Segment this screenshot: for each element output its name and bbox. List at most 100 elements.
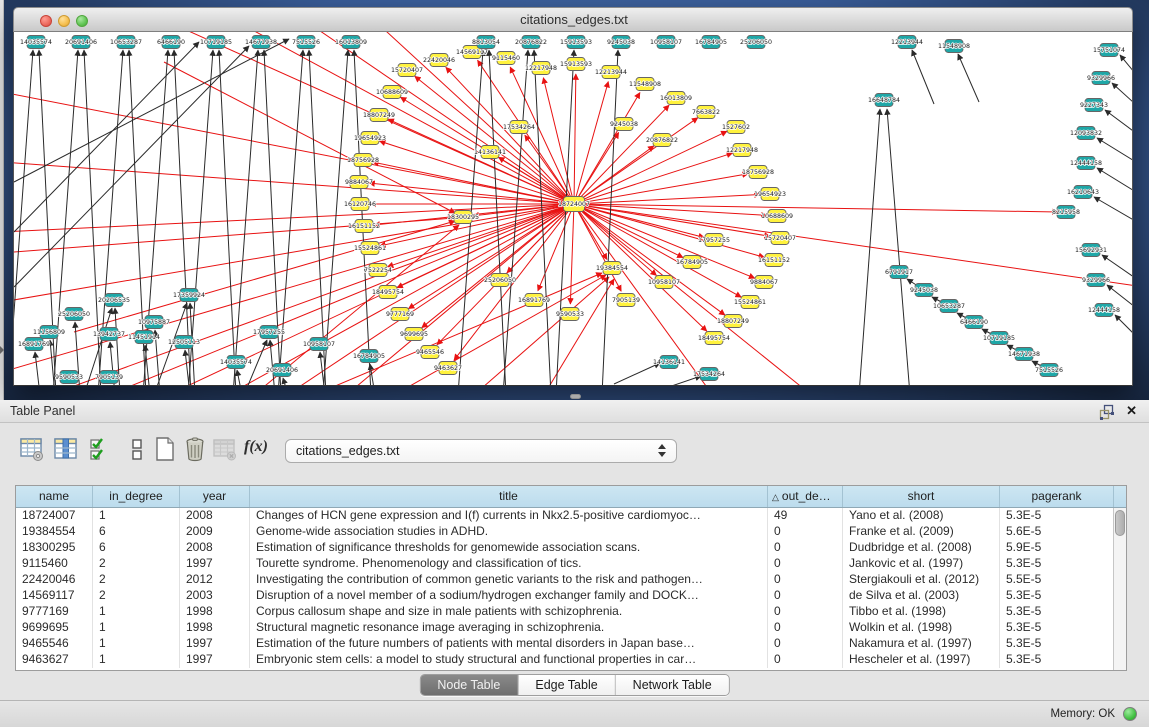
table-cell[interactable]: 2 [93,556,180,572]
graph-node[interactable]: 17957255 [253,326,285,339]
graph-node[interactable]: 6791917 [885,266,913,279]
table-cell[interactable]: 49 [768,508,843,524]
table-row[interactable]: 1938455462009Genome-wide association stu… [16,524,1114,540]
graph-node[interactable]: 9329966 [1087,72,1115,85]
graph-node[interactable]: 7663822 [692,106,720,119]
graph-node[interactable]: 11156809 [33,326,65,339]
table-cell[interactable]: 9465546 [16,636,93,652]
table-cell[interactable]: Franke et al. (2009) [843,524,1000,540]
graph-node[interactable]: 12213944 [595,66,627,79]
table-cell[interactable]: 19384554 [16,524,93,540]
graph-node[interactable]: 9115460 [492,52,520,65]
table-cell[interactable]: 5.3E-5 [1000,588,1114,604]
scrollbar-thumb[interactable] [1115,510,1125,536]
table-cell[interactable]: 2012 [180,572,250,588]
graph-node[interactable]: 20691406 [266,364,298,377]
graph-node[interactable]: 16151152 [348,220,380,233]
table-cell[interactable]: 22420046 [16,572,93,588]
graph-node[interactable]: 20691406 [65,36,97,49]
table-cell[interactable]: Wolkin et al. (1998) [843,620,1000,636]
graph-node[interactable]: 16784905 [353,350,385,363]
vertical-scrollbar[interactable] [1113,508,1126,670]
table-cell[interactable]: Disruption of a novel member of a sodium… [250,588,768,604]
table-cell[interactable]: 2 [93,572,180,588]
table-cell[interactable]: 5.5E-5 [1000,572,1114,588]
table-cell[interactable]: 18300295 [16,540,93,556]
collapse-arrow-icon[interactable] [0,346,4,354]
table-cell[interactable]: 2003 [180,588,250,604]
graph-node[interactable]: 18495754 [698,332,730,345]
table-cell[interactable]: 0 [768,636,843,652]
tab-node-table[interactable]: Node Table [420,675,518,695]
graph-node[interactable]: 17534264 [693,368,725,381]
table-cell[interactable]: de Silva et al. (2003) [843,588,1000,604]
table-cell[interactable]: 9699695 [16,620,93,636]
table-cell[interactable]: 0 [768,524,843,540]
table-cell[interactable]: 1998 [180,620,250,636]
graph-node[interactable]: 8215958 [1052,206,1080,219]
graph-node[interactable]: 18807249 [363,109,395,122]
graph-node[interactable]: 7905139 [612,294,640,307]
column-header-in_degree[interactable]: in_degree [93,486,180,507]
table-cell[interactable]: Changes of HCN gene expression and I(f) … [250,508,768,524]
table-cell[interactable]: 2 [93,588,180,604]
graph-node[interactable]: 9329966 [1082,274,1110,287]
graph-node[interactable]: 9777169 [386,308,414,321]
graph-node[interactable]: 12217948 [525,62,557,75]
graph-node[interactable]: 16013809 [660,92,692,105]
graph-node[interactable]: 12505113 [168,336,200,349]
table-cell[interactable]: Nakamura et al. (1997) [843,636,1000,652]
graph-node[interactable]: 14671938 [245,36,277,49]
graph-node[interactable]: 17534264 [503,121,535,134]
graph-node[interactable]: 14671938 [1008,348,1040,361]
graph-node[interactable]: 12444158 [1088,304,1120,317]
graph-node[interactable]: 10719185 [200,36,232,49]
graph-node[interactable]: 16784905 [695,36,727,49]
table-cell[interactable]: 2008 [180,508,250,524]
table-cell[interactable]: Structural magnetic resonance image aver… [250,620,768,636]
tab-edge-table[interactable]: Edge Table [518,675,615,695]
table-cell[interactable]: 0 [768,572,843,588]
graph-node[interactable]: 9245038 [607,36,635,49]
graph-node[interactable]: 14136141 [474,146,506,159]
select-all-check-icon[interactable] [88,436,114,462]
table-cell[interactable]: 1 [93,620,180,636]
table-cell[interactable]: Hescheler et al. (1997) [843,652,1000,668]
table-cell[interactable]: 5.3E-5 [1000,636,1114,652]
graph-node[interactable]: 16013809 [335,36,367,49]
graph-node[interactable]: 10688609 [761,210,793,223]
table-cell[interactable]: Dudbridge et al. (2008) [843,540,1000,556]
table-cell[interactable]: 18724007 [16,508,93,524]
graph-node[interactable]: 16891769 [18,338,50,351]
table-cell[interactable]: 2008 [180,540,250,556]
table-cell[interactable]: 2009 [180,524,250,540]
new-table-icon[interactable] [152,436,178,462]
table-row[interactable]: 977716911998Corpus callosum shape and si… [16,604,1114,620]
table-cell[interactable]: Tourette syndrome. Phenomenology and cla… [250,556,768,572]
graph-node[interactable]: 9465546 [416,346,444,359]
graph-node[interactable]: 18756928 [742,166,774,179]
table-row[interactable]: 1830029562008Estimation of significance … [16,540,1114,556]
table-cell[interactable]: 14569117 [16,588,93,604]
table-cell[interactable]: Genome-wide association studies in ADHD. [250,524,768,540]
column-header-name[interactable]: name [16,486,93,507]
table-cell[interactable]: Yano et al. (2008) [843,508,1000,524]
table-cell[interactable]: 1 [93,652,180,668]
table-cell[interactable]: Embryonic stem cells: a model to study s… [250,652,768,668]
graph-node[interactable]: 7515526 [1035,364,1063,377]
graph-node[interactable]: 19654923 [754,188,786,201]
graph-node[interactable]: 15524861 [354,242,386,255]
graph-node[interactable]: 15524861 [734,296,766,309]
splitter-handle[interactable] [570,394,581,399]
column-header-pagerank[interactable]: pagerank [1000,486,1114,507]
graph-node[interactable]: 22420046 [423,54,455,67]
table-row[interactable]: 1872400712008Changes of HCN gene express… [16,508,1114,524]
graph-node[interactable]: 9227343 [1080,99,1108,112]
table-cell[interactable]: 1 [93,636,180,652]
graph-node[interactable]: 25206050 [740,36,772,49]
table-cell[interactable]: 5.6E-5 [1000,524,1114,540]
table-cell[interactable]: 5.9E-5 [1000,540,1114,556]
table-cell[interactable]: 1 [93,508,180,524]
table-cell[interactable]: Estimation of the future numbers of pati… [250,636,768,652]
table-cell[interactable]: 6 [93,524,180,540]
